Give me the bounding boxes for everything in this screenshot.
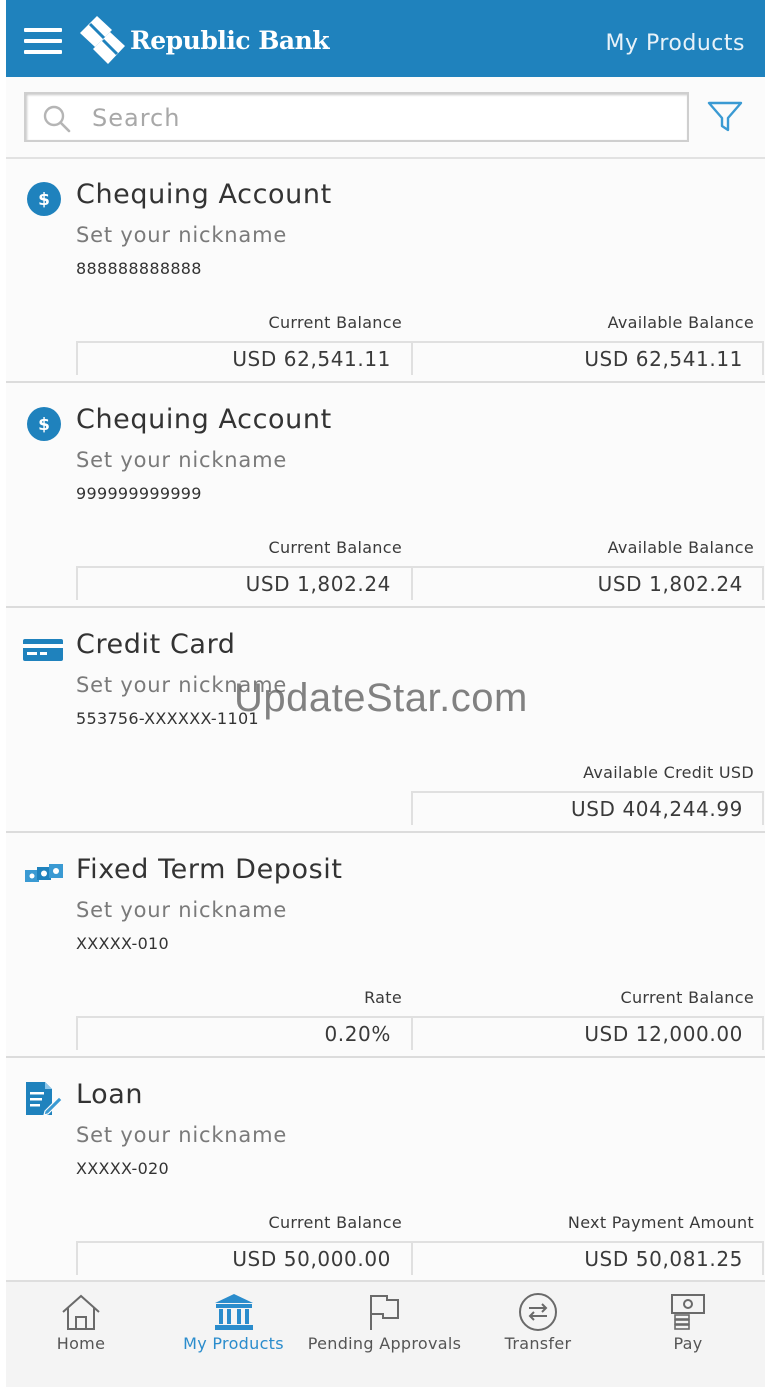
nickname-link[interactable]: Set your nickname	[76, 1123, 287, 1147]
product-card-fixed-term-deposit[interactable]: Fixed Term Deposit Set your nickname XXX…	[6, 834, 765, 1058]
search-field[interactable]	[24, 92, 689, 142]
available-credit-value: USD 404,244.99	[570, 797, 743, 821]
brand-name: Republic Bank	[130, 26, 330, 55]
product-card-chequing-2[interactable]: $ Chequing Account Set your nickname 999…	[6, 384, 765, 608]
current-balance-label: Current Balance	[620, 988, 754, 1007]
svg-text:$: $	[38, 415, 50, 435]
current-balance-label: Current Balance	[268, 313, 402, 332]
page-title: My Products	[605, 31, 745, 56]
next-payment-label: Next Payment Amount	[567, 1213, 754, 1232]
available-balance-label: Available Balance	[607, 313, 754, 332]
nav-label: Home	[56, 1334, 106, 1353]
current-balance-label: Current Balance	[268, 538, 402, 557]
product-title: Credit Card	[76, 629, 236, 660]
available-balance-label: Available Balance	[607, 538, 754, 557]
next-payment-value: USD 50,081.25	[584, 1247, 743, 1271]
product-title: Fixed Term Deposit	[76, 854, 343, 885]
current-balance-label: Current Balance	[268, 1213, 402, 1232]
menu-icon[interactable]	[24, 28, 62, 54]
dollar-circle-icon: $	[27, 182, 61, 216]
loan-document-icon	[26, 1082, 63, 1116]
product-title: Chequing Account	[76, 404, 332, 435]
filter-icon[interactable]	[706, 99, 744, 135]
dollar-circle-icon: $	[27, 407, 61, 441]
nickname-link[interactable]: Set your nickname	[76, 223, 287, 247]
app-frame: Republic Bank My Products $ Chequing Acc…	[6, 0, 765, 1387]
current-balance-value: USD 12,000.00	[584, 1022, 743, 1046]
nav-label: Transfer	[504, 1334, 572, 1353]
nav-transfer[interactable]: Transfer	[463, 1282, 613, 1372]
bank-icon	[214, 1294, 253, 1330]
search-bar	[6, 77, 765, 159]
transfer-icon	[519, 1293, 557, 1331]
available-balance-value: USD 1,802.24	[597, 572, 743, 596]
svg-text:$: $	[38, 190, 50, 210]
nav-home[interactable]: Home	[6, 1282, 156, 1372]
money-stack-icon	[25, 864, 63, 882]
credit-card-icon	[23, 639, 63, 661]
nickname-link[interactable]: Set your nickname	[76, 898, 287, 922]
account-number: 999999999999	[76, 484, 202, 503]
available-credit-label: Available Credit USD	[583, 763, 754, 782]
product-title: Chequing Account	[76, 179, 332, 210]
nav-label: Pending Approvals	[307, 1334, 462, 1353]
search-icon	[43, 105, 71, 133]
rate-label: Rate	[364, 988, 402, 1007]
search-input[interactable]	[92, 100, 672, 136]
product-card-credit-card[interactable]: Credit Card Set your nickname 553756-XXX…	[6, 609, 765, 833]
nickname-link[interactable]: Set your nickname	[76, 448, 287, 472]
republic-bank-logo-icon	[80, 16, 125, 64]
product-card-chequing-1[interactable]: $ Chequing Account Set your nickname 888…	[6, 159, 765, 383]
nav-my-products[interactable]: My Products	[156, 1282, 311, 1372]
current-balance-value: USD 50,000.00	[232, 1247, 391, 1271]
current-balance-value: USD 1,802.24	[245, 572, 391, 596]
nav-label: Pay	[673, 1334, 703, 1353]
account-number: 553756-XXXXXX-1101	[76, 709, 259, 728]
bottom-navigation: Home My Products Pending Approvals Trans…	[6, 1280, 765, 1387]
available-balance-value: USD 62,541.11	[584, 347, 743, 371]
home-icon	[62, 1294, 100, 1330]
account-number: XXXXX-020	[76, 1159, 170, 1178]
current-balance-value: USD 62,541.11	[232, 347, 391, 371]
account-number: 888888888888	[76, 259, 202, 278]
app-header: Republic Bank My Products	[6, 0, 765, 77]
pay-icon	[671, 1294, 705, 1330]
flag-icon	[369, 1295, 399, 1330]
nav-pay[interactable]: Pay	[613, 1282, 763, 1372]
nav-pending-approvals[interactable]: Pending Approvals	[306, 1282, 463, 1372]
product-card-loan[interactable]: Loan Set your nickname XXXXX-020 Current…	[6, 1059, 765, 1283]
account-number: XXXXX-010	[76, 934, 170, 953]
rate-value: 0.20%	[324, 1022, 391, 1046]
watermark-text: UpdateStar.com	[234, 676, 528, 720]
nav-label: My Products	[183, 1334, 284, 1353]
product-title: Loan	[76, 1079, 144, 1110]
